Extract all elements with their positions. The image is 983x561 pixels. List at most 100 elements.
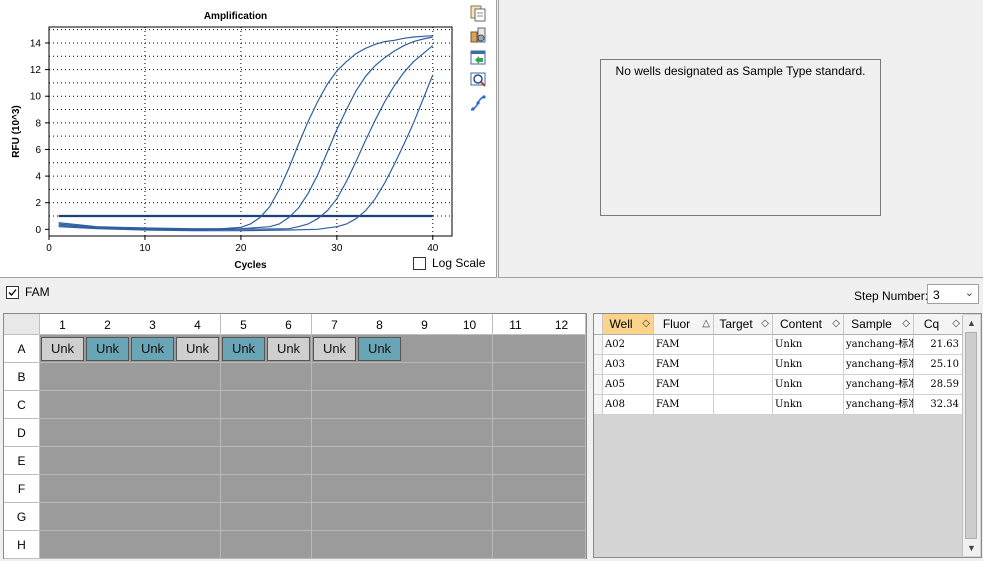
plate-cell[interactable] [312,419,358,447]
column-header-fluor[interactable]: Fluor △ [654,314,714,335]
plate-cell[interactable] [493,447,539,475]
row-selector[interactable] [594,395,603,415]
table-cell-content[interactable]: Unkn [773,375,844,395]
plate-cell[interactable] [447,503,493,531]
table-cell-content[interactable]: Unkn [773,335,844,355]
plate-row-header-F[interactable]: F [4,475,40,503]
plate-cell[interactable] [357,447,403,475]
sort-icon[interactable]: ◇ [952,314,960,334]
plate-cell[interactable] [447,475,493,503]
plate-cell[interactable] [357,475,403,503]
vertical-scrollbar[interactable]: ▲ ▼ [962,315,980,556]
plate-column-header-1[interactable]: 1 [40,314,86,335]
plate-cell[interactable] [493,531,539,559]
plate-cell[interactable] [402,475,448,503]
sort-icon[interactable]: ◇ [902,314,910,334]
plate-column-header-9[interactable]: 9 [402,314,448,335]
plate-cell[interactable] [312,475,358,503]
plate-cell[interactable] [447,531,493,559]
plate-cell[interactable] [538,531,586,559]
plate-cell[interactable] [266,503,312,531]
plate-row-header-H[interactable]: H [4,531,40,559]
plate-cell[interactable] [312,447,358,475]
sort-icon[interactable]: ◇ [642,314,650,334]
table-cell-well[interactable]: A05 [603,375,654,395]
curve-icon[interactable] [469,94,487,112]
plate-cell[interactable] [40,391,86,419]
row-selector[interactable] [594,375,603,395]
table-cell-sample[interactable]: yanchang-标准 [844,355,914,375]
well-A07[interactable]: Unk [313,337,356,361]
plate-row-header-D[interactable]: D [4,419,40,447]
plate-cell[interactable] [130,475,176,503]
table-cell-cq[interactable]: 32.34 [914,395,964,415]
column-header-content[interactable]: Content ◇ [773,314,844,335]
plate-cell[interactable] [175,447,221,475]
plate-cell[interactable] [402,335,448,363]
table-cell-well[interactable]: A08 [603,395,654,415]
plate-cell[interactable] [493,475,539,503]
plate-cell[interactable] [266,391,312,419]
plate-column-header-4[interactable]: 4 [175,314,221,335]
plate-cell[interactable] [221,391,267,419]
plate-cell[interactable] [175,475,221,503]
plate-cell[interactable] [40,363,86,391]
well-A06[interactable]: Unk [267,337,310,361]
column-header-target[interactable]: Target ◇ [714,314,773,335]
plate-column-header-6[interactable]: 6 [266,314,312,335]
plate-cell[interactable] [402,391,448,419]
plate-cell[interactable] [130,419,176,447]
plate-cell[interactable] [402,503,448,531]
table-cell-target[interactable] [714,395,773,415]
export-icon[interactable] [469,48,487,66]
table-cell-cq[interactable]: 25.10 [914,355,964,375]
table-cell-target[interactable] [714,335,773,355]
copy-icon[interactable] [469,4,487,22]
plate-cell[interactable] [85,475,131,503]
plate-cell[interactable] [357,419,403,447]
plate-cell[interactable] [447,335,493,363]
table-cell-sample[interactable]: yanchang-标准 [844,395,914,415]
log-scale-box[interactable] [413,256,426,270]
plate-column-header-12[interactable]: 12 [538,314,586,335]
plate-cell[interactable] [85,419,131,447]
plate-row-header-B[interactable]: B [4,363,40,391]
plate-cell[interactable] [221,503,267,531]
column-header-well[interactable]: Well ◇ [603,314,654,335]
zoom-icon[interactable] [469,70,487,88]
column-header-cq[interactable]: Cq ◇ [914,314,964,335]
plate-cell[interactable] [538,391,586,419]
table-cell-fluor[interactable]: FAM [654,395,714,415]
table-cell-well[interactable]: A03 [603,355,654,375]
plate-cell[interactable] [357,531,403,559]
sort-icon[interactable]: ◇ [761,314,769,334]
plate-cell[interactable] [221,419,267,447]
plate-cell[interactable] [538,447,586,475]
plate-cell[interactable] [266,447,312,475]
plate-cell[interactable] [447,419,493,447]
plate-cell[interactable] [357,363,403,391]
plate-cell[interactable] [221,475,267,503]
plate-cell[interactable] [312,503,358,531]
plate-cell[interactable] [130,503,176,531]
plate-cell[interactable] [493,391,539,419]
plate-column-header-10[interactable]: 10 [447,314,493,335]
plate-column-header-8[interactable]: 8 [357,314,403,335]
scroll-thumb[interactable] [965,332,977,539]
plate-cell[interactable] [447,391,493,419]
plate-cell[interactable] [402,447,448,475]
plate-cell[interactable] [538,335,586,363]
table-cell-well[interactable]: A02 [603,335,654,355]
table-cell-cq[interactable]: 28.59 [914,375,964,395]
plate-cell[interactable] [85,391,131,419]
plate-column-header-7[interactable]: 7 [312,314,358,335]
column-header-sample[interactable]: Sample ◇ [844,314,914,335]
fam-checkbox[interactable]: FAM [6,285,50,299]
row-selector[interactable] [594,335,603,355]
plate-cell[interactable] [266,363,312,391]
plate-cell[interactable] [538,363,586,391]
well-A03[interactable]: Unk [131,337,174,361]
plate-cell[interactable] [538,475,586,503]
well-A05[interactable]: Unk [222,337,265,361]
plate-cell[interactable] [130,447,176,475]
